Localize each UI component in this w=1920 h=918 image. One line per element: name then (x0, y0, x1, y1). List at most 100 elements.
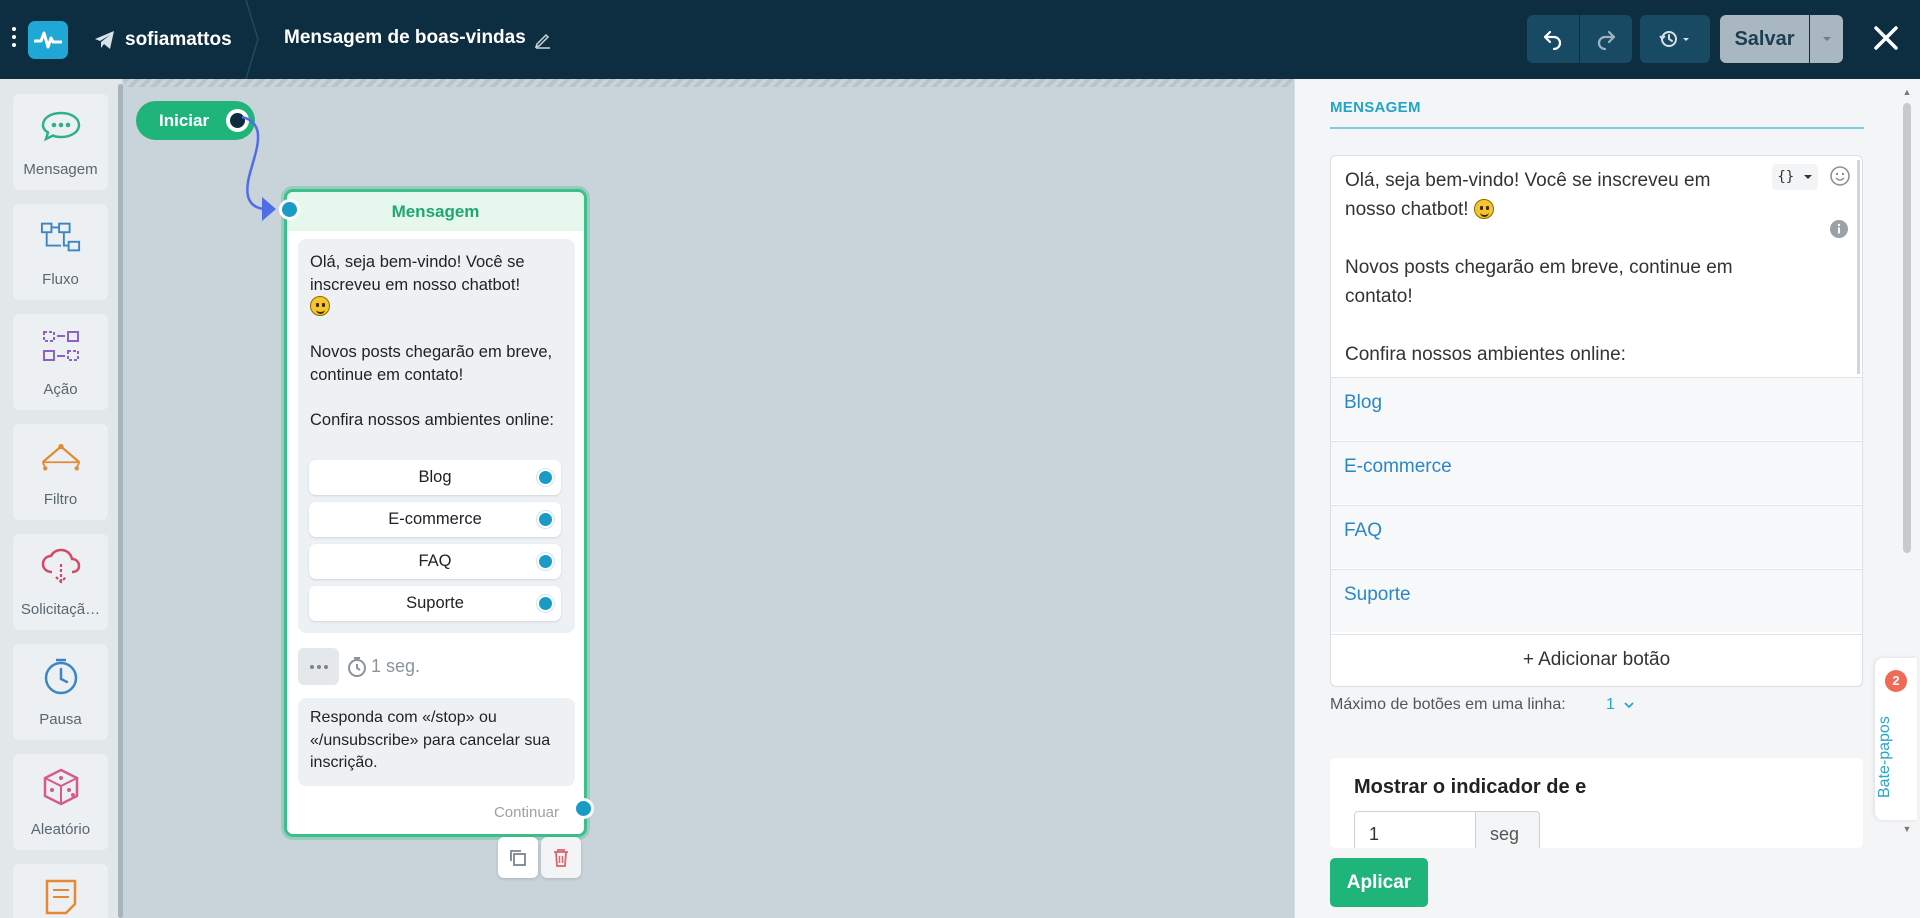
node-input-port[interactable] (279, 199, 300, 220)
variables-icon: {} (1777, 169, 1795, 185)
button-output-port[interactable] (537, 511, 554, 528)
apply-button[interactable]: Aplicar (1330, 858, 1428, 907)
typing-unit-label: seg (1476, 811, 1540, 848)
note-icon (40, 876, 82, 918)
duplicate-node-button[interactable] (498, 837, 538, 878)
tab-underline (1330, 127, 1864, 129)
close-button[interactable] (1868, 20, 1904, 56)
redo-icon (1597, 30, 1616, 50)
button-output-port[interactable] (537, 469, 554, 486)
editor-line: Confira nossos ambientes online: (1345, 344, 1626, 365)
chevron-down-icon (1822, 37, 1831, 41)
editor-button-suporte[interactable]: Suporte (1331, 569, 1862, 632)
start-node[interactable]: Iniciar (136, 101, 255, 140)
node-button-blog[interactable]: Blog (309, 460, 561, 495)
editor-button-ecommerce[interactable]: E-commerce (1331, 441, 1862, 504)
palette-item-label: Ação (43, 381, 78, 398)
undo-icon (1543, 30, 1562, 50)
palette-item-label: Mensagem (23, 161, 98, 178)
button-output-port[interactable] (537, 595, 554, 612)
save-button[interactable]: Salvar (1720, 15, 1809, 63)
palette-item-label: Aleatório (30, 821, 91, 838)
palette-item-label: Pausa (39, 711, 82, 728)
delete-node-button[interactable] (541, 837, 581, 878)
palette-item-fluxo[interactable]: Fluxo (13, 204, 108, 300)
save-options-button[interactable] (1810, 15, 1843, 63)
flow-icon (40, 216, 82, 258)
history-button[interactable] (1640, 15, 1710, 63)
palette-item-filtro[interactable]: Filtro (13, 424, 108, 520)
palette-item-note[interactable] (13, 864, 108, 918)
node-button-label: E-commerce (388, 510, 482, 528)
undo-button[interactable] (1527, 15, 1579, 63)
palette-scrollbar[interactable] (118, 84, 123, 918)
emoji-picker-icon[interactable] (1829, 165, 1851, 187)
unsubscribe-text: Responda com «/stop» ou «/unsubscribe» p… (310, 709, 551, 771)
delay-text: 1 seg. (371, 656, 421, 676)
typing-indicator-title: Mostrar o indicador de e (1354, 776, 1587, 798)
request-cloud-icon (40, 546, 82, 588)
variables-button[interactable]: {} (1772, 164, 1818, 190)
message-editor-text[interactable]: Olá, seja bem-vindo! Você se inscreveu e… (1345, 166, 1765, 369)
typing-indicator-card: Mostrar o indicador de e 1 seg (1330, 758, 1863, 848)
flow-title: Mensagem de boas-vindas (284, 27, 526, 48)
palette-item-pausa[interactable]: Pausa (13, 644, 108, 740)
scroll-down-arrow-icon[interactable]: ▼ (1902, 825, 1912, 834)
button-output-port[interactable] (537, 553, 554, 570)
dice-icon (40, 766, 82, 808)
filter-icon (40, 436, 82, 478)
max-buttons-label: Máximo de botões em uma linha: (1330, 696, 1566, 713)
panel-scrollbar[interactable] (1903, 103, 1911, 553)
palette-item-mensagem[interactable]: Mensagem (13, 94, 108, 190)
continue-output-port[interactable] (573, 798, 594, 819)
copy-icon (510, 849, 526, 866)
chevron-down-icon (1803, 175, 1812, 179)
palette-item-acao[interactable]: Ação (13, 314, 108, 410)
more-dots-icon (309, 664, 328, 669)
palette-item-solicitacao[interactable]: Solicitaçã… (13, 534, 108, 630)
editor-button-blog[interactable]: Blog (1331, 377, 1862, 440)
scroll-up-arrow-icon[interactable]: ▲ (1902, 88, 1912, 97)
chevron-down-icon[interactable] (1622, 698, 1636, 712)
node-button-faq[interactable]: FAQ (309, 544, 561, 579)
message-bubble: Olá, seja bem-vindo! Você se inscreveu e… (298, 239, 575, 633)
message-line: Confira nossos ambientes online: (310, 410, 554, 429)
input-arrow-icon (262, 197, 276, 221)
palette-item-label: Filtro (43, 491, 78, 508)
palette-item-label: Fluxo (42, 271, 79, 288)
node-button-suporte[interactable]: Suporte (309, 586, 561, 621)
telegram-icon (95, 31, 114, 49)
timer-icon (348, 657, 366, 677)
typing-seconds-input[interactable]: 1 (1354, 811, 1476, 848)
palette-item-aleatorio[interactable]: Aleatório (13, 754, 108, 850)
editor-line: Novos posts chegarão em breve, continue … (1345, 257, 1733, 307)
more-menu-icon[interactable] (9, 27, 19, 53)
bot-username[interactable]: sofiamattos (125, 29, 232, 51)
continue-label: Continuar (493, 804, 559, 821)
start-label: Iniciar (159, 111, 210, 130)
canvas-header-strip (124, 79, 1294, 87)
node-button-ecommerce[interactable]: E-commerce (309, 502, 561, 537)
edit-pencil-icon[interactable] (533, 30, 553, 50)
node-title: Mensagem (287, 192, 584, 231)
redo-button[interactable] (1580, 15, 1632, 63)
editor-button-faq[interactable]: FAQ (1331, 505, 1862, 568)
message-node[interactable]: Mensagem Olá, seja bem-vindo! Você se in… (284, 189, 587, 837)
node-button-label: Suporte (406, 594, 464, 612)
editor-scrollbar[interactable] (1857, 160, 1860, 374)
tab-mensagem[interactable]: MENSAGEM (1330, 99, 1421, 116)
add-button[interactable]: + Adicionar botão (1331, 634, 1862, 686)
smiley-emoji-icon (1473, 199, 1494, 219)
message-line: Novos posts chegarão em breve, continue … (310, 343, 553, 384)
trash-icon (554, 848, 568, 867)
node-button-label: FAQ (418, 552, 452, 570)
chats-side-tab[interactable]: 2 Bate-papos (1875, 658, 1917, 820)
breadcrumb-separator (245, 0, 259, 79)
delay-row: 1 seg. (298, 647, 575, 687)
app-logo[interactable] (28, 21, 68, 59)
chats-label: Bate-papos (1876, 716, 1893, 798)
info-icon[interactable] (1829, 219, 1849, 239)
node-button-label: Blog (418, 468, 452, 486)
more-options-button[interactable] (298, 648, 339, 685)
max-buttons-select[interactable]: 1 (1606, 696, 1615, 714)
